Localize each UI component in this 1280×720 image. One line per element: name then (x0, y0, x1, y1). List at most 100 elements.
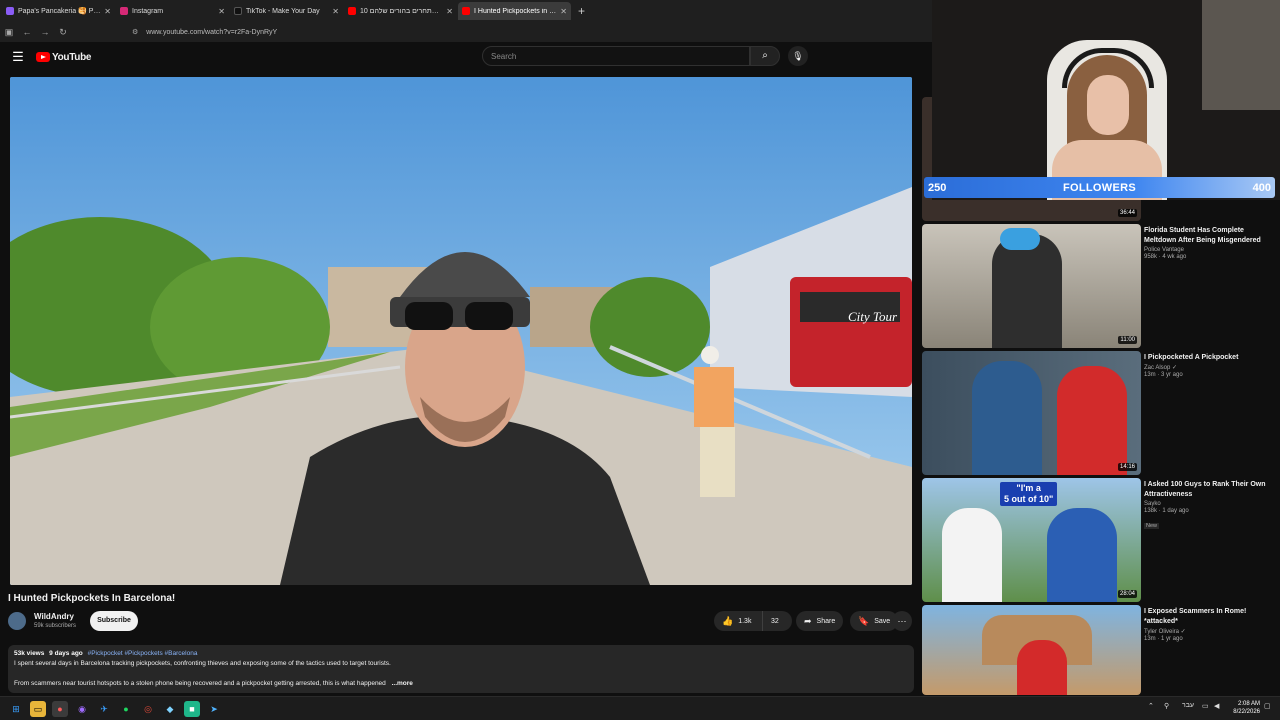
network-icon[interactable]: ▭ (1202, 702, 1209, 710)
tab-title: I Hunted Pickpockets in Ba... (474, 7, 558, 15)
video-thumbnail[interactable]: 14:16 (922, 351, 1141, 475)
close-tab-icon[interactable]: ✕ (218, 7, 225, 16)
sidebar-toggle-icon[interactable]: ▣ (0, 27, 18, 38)
recommendation-title[interactable]: Florida Student Has Complete Meltdown Af… (1144, 226, 1274, 246)
volume-icon[interactable]: ◀ (1214, 702, 1219, 710)
recommendation-item[interactable]: "I'm a 5 out of 10" 28:04 I Asked 100 Gu… (922, 478, 1280, 602)
spotify-icon[interactable]: ● (118, 701, 134, 717)
url-text: www.youtube.com/watch?v=r2Fa-DynRyY (146, 28, 278, 36)
recommendation-item[interactable]: 11:00 Florida Student Has Complete Meltd… (922, 224, 1280, 348)
reload-icon[interactable]: ↻ (54, 27, 72, 38)
url-field[interactable]: ⚙ www.youtube.com/watch?v=r2Fa-DynRyY (132, 25, 852, 39)
browser-tab[interactable]: Instagram ✕ (116, 2, 229, 20)
youtube-logo[interactable]: YouTube (36, 52, 92, 63)
app-icon[interactable]: ✈ (96, 701, 112, 717)
site-info-icon[interactable]: ⚙ (132, 28, 138, 36)
thumbnail-figure (1017, 640, 1067, 695)
voice-search-button[interactable]: 🎙 (788, 46, 808, 66)
like-button[interactable]: 👍 1.3k (714, 611, 762, 631)
app-icon[interactable]: ■ (184, 701, 200, 717)
system-clock[interactable]: 2:08 AM 8/22/2026 (1226, 700, 1260, 716)
new-badge: New (1144, 523, 1160, 529)
microphone-icon: 🎙 (792, 51, 804, 61)
follower-goal-bar: 250 FOLLOWERS 400 (924, 177, 1275, 198)
close-tab-icon[interactable]: ✕ (332, 7, 339, 16)
messenger-icon[interactable]: ◉ (74, 701, 90, 717)
thumbnail-figure-left (972, 361, 1042, 475)
youtube-play-icon (36, 52, 50, 62)
browser-tab[interactable]: TikTok - Make Your Day ✕ (230, 2, 343, 20)
channel-avatar[interactable] (8, 612, 26, 630)
video-duration: 28:04 (1117, 590, 1137, 598)
more-dots-icon: ⋯ (897, 616, 907, 626)
telegram-icon[interactable]: ➤ (206, 701, 222, 717)
save-button[interactable]: 🔖 Save (850, 611, 899, 631)
channel-name[interactable]: WildAndry (34, 612, 74, 621)
recommendation-meta: 958k · 4 wk ago (1144, 254, 1187, 260)
forward-icon[interactable]: → (36, 27, 54, 37)
windows-start-icon[interactable]: ⊞ (8, 701, 24, 717)
description-box[interactable]: 53k views 9 days ago #Pickpocket #Pickpo… (8, 645, 914, 693)
browser-tab-strip: Papa's Pancakeria 🥞 Play ... ✕ Instagram ✕… (0, 0, 932, 22)
recommendation-title[interactable]: I Pickpocketed A Pickpocket (1144, 353, 1274, 363)
thumbnail-caption: "I'm a 5 out of 10" (1000, 482, 1058, 506)
browser-tab[interactable]: 10 ילדים מתחרים בהורים שלהם✕ (344, 2, 457, 20)
recommendation-title[interactable]: I Asked 100 Guys to Rank Their Own Attra… (1144, 480, 1274, 500)
new-tab-button[interactable]: + (578, 4, 585, 18)
video-thumbnail[interactable]: 11:00 (922, 224, 1141, 348)
more-actions-button[interactable]: ⋯ (892, 611, 912, 631)
recommendation-info: I Pickpocketed A Pickpocket Zac Alsop ✓ … (1144, 353, 1274, 378)
like-count: 1.3k (738, 617, 752, 625)
description-line-1: I spent several days in Barcelona tracki… (14, 660, 391, 667)
comment-count-pill[interactable]: 32 (762, 611, 792, 631)
description-meta: 53k views 9 days ago #Pickpocket #Pickpo… (14, 649, 908, 659)
close-tab-icon[interactable]: ✕ (560, 7, 567, 16)
browser-tab-active[interactable]: I Hunted Pickpockets in Ba... ✕ (458, 2, 571, 20)
recommendation-channel[interactable]: Zac Alsop ✓ (1144, 364, 1274, 371)
tray-chevron-icon[interactable]: ⌃ (1148, 702, 1154, 710)
recommendation-item[interactable]: I Exposed Scammers In Rome! *attacked* T… (922, 605, 1280, 695)
recommendation-channel[interactable]: Police Vantage (1144, 247, 1274, 253)
video-player[interactable]: City Tour (10, 77, 912, 585)
show-more-link[interactable]: ...more (392, 680, 413, 687)
hashtags[interactable]: #Pickpocket #Pickpockets #Barcelona (88, 650, 198, 657)
bus-sign-text: City Tour (848, 309, 898, 324)
subscribe-button[interactable]: Subscribe (90, 611, 138, 631)
recommendation-info: Florida Student Has Complete Meltdown Af… (1144, 226, 1274, 260)
share-button[interactable]: ➦ Share (796, 611, 844, 631)
video-duration: 11:00 (1118, 336, 1137, 344)
search-input[interactable]: Search (482, 46, 750, 66)
thumbnail-hair (1000, 228, 1040, 250)
app-icon[interactable]: ◆ (162, 701, 178, 717)
browser-icon[interactable]: ● (52, 701, 68, 717)
recommendation-item[interactable]: 14:16 I Pickpocketed A Pickpocket Zac Al… (922, 351, 1280, 475)
thumbnail-caption-line-2: 5 out of 10" (1004, 494, 1054, 504)
search-button[interactable]: ⌕ (750, 46, 780, 66)
recommendation-meta: 138k · 1 day ago (1144, 508, 1189, 514)
recommendation-title[interactable]: I Exposed Scammers In Rome! *attacked* (1144, 607, 1274, 627)
menu-icon[interactable]: ☰ (0, 49, 36, 65)
recommendation-info: I Asked 100 Guys to Rank Their Own Attra… (1144, 480, 1274, 532)
tab-favicon-icon (120, 7, 128, 15)
tray-app-icon[interactable]: ⚲ (1164, 702, 1169, 710)
browser-tab[interactable]: Papa's Pancakeria 🥞 Play ... ✕ (2, 2, 115, 20)
notification-icon[interactable]: ▢ (1264, 702, 1271, 710)
back-icon[interactable]: ← (18, 27, 36, 37)
recommendation-channel[interactable]: Sayko (1144, 501, 1274, 507)
webcam-window-light (1202, 0, 1280, 110)
close-tab-icon[interactable]: ✕ (446, 7, 453, 16)
chrome-icon[interactable]: ◎ (140, 701, 156, 717)
video-thumbnail[interactable] (922, 605, 1141, 695)
video-thumbnail[interactable]: "I'm a 5 out of 10" 28:04 (922, 478, 1141, 602)
thumbnail-figure-right (1057, 366, 1127, 475)
file-explorer-icon[interactable]: ▭ (30, 701, 46, 717)
thumbnail-figure (992, 234, 1062, 348)
comment-count: 32 (771, 617, 779, 625)
tab-title: Instagram (132, 7, 164, 15)
recommendation-channel[interactable]: Tyler Oliveira ✓ (1144, 628, 1274, 635)
subscriber-count: 59k subscribers (34, 623, 77, 629)
recommendation-info: I Exposed Scammers In Rome! *attacked* T… (1144, 607, 1274, 642)
recommendation-meta: 13m · 1 yr ago (1144, 636, 1183, 642)
language-indicator[interactable]: עבר (1182, 702, 1194, 709)
close-tab-icon[interactable]: ✕ (104, 7, 111, 16)
